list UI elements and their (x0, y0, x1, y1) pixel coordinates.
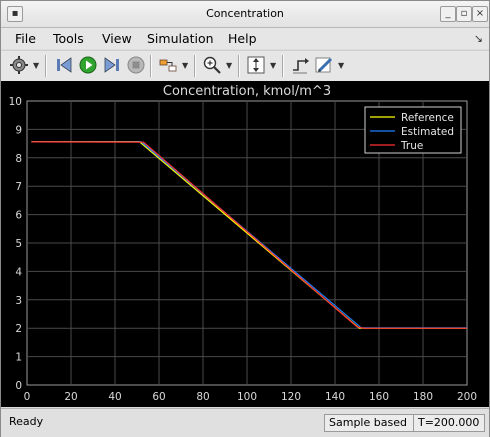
y-tick-label: 0 (15, 380, 22, 392)
settings-gear-icon[interactable] (9, 55, 29, 75)
x-tick-label: 40 (108, 391, 121, 403)
y-tick-label: 3 (15, 295, 22, 307)
x-tick-label: 180 (413, 391, 433, 403)
y-tick-label: 4 (15, 266, 22, 278)
zoom-in-icon[interactable] (202, 55, 222, 75)
menu-help[interactable]: Help (228, 31, 257, 46)
scope-window: ▪ Concentration _ ▫ × File Tools View Si… (0, 0, 490, 437)
y-tick-label: 10 (9, 96, 22, 108)
style-dropdown-icon[interactable]: ▼ (338, 61, 344, 70)
zoom-dropdown-icon[interactable]: ▼ (226, 61, 232, 70)
legend-label-reference: Reference (401, 112, 454, 124)
y-tick-label: 9 (15, 124, 22, 136)
highlight-block-icon[interactable] (158, 55, 178, 75)
toolbar: ▼ ▼ ▼ ▼ ▼ (1, 50, 489, 82)
legend-label-true: True (400, 140, 423, 152)
legend-label-estimated: Estimated (401, 126, 454, 138)
status-time: T=200.000 (413, 414, 485, 432)
menu-bar: File Tools View Simulation Help ↘ (1, 28, 489, 49)
x-tick-label: 80 (196, 391, 209, 403)
x-tick-label: 120 (281, 391, 301, 403)
window-title: Concentration (206, 7, 284, 20)
menu-view[interactable]: View (102, 31, 132, 46)
autoscale-dropdown-icon[interactable]: ▼ (270, 61, 276, 70)
toolbar-separator (150, 55, 152, 77)
style-pen-icon[interactable] (314, 55, 334, 75)
y-tick-label: 5 (15, 238, 22, 250)
toolbar-separator (238, 55, 240, 77)
menu-simulation[interactable]: Simulation (147, 31, 214, 46)
toolbar-separator (194, 55, 196, 77)
x-tick-label: 200 (457, 391, 477, 403)
x-tick-label: 0 (24, 391, 31, 403)
step-forward-icon[interactable] (102, 55, 122, 75)
menu-file[interactable]: File (15, 31, 36, 46)
concentration-plot[interactable]: Concentration, kmol/m^30 20 40 60 80 100 120 14… (1, 81, 489, 407)
plot-area[interactable]: Concentration, kmol/m^3 0 20 40 60 80 100 120 14… (1, 81, 489, 407)
x-tick-label: 160 (369, 391, 389, 403)
toolbar-separator (282, 55, 284, 77)
highlight-dropdown-icon[interactable]: ▼ (182, 61, 188, 70)
x-tick-label: 140 (325, 391, 345, 403)
menu-tools[interactable]: Tools (53, 31, 84, 46)
dock-icon[interactable]: ↘ (474, 32, 483, 45)
y-tick-label: 8 (15, 153, 22, 165)
close-icon[interactable]: × (472, 6, 488, 22)
step-back-icon[interactable] (54, 55, 74, 75)
stop-icon[interactable] (126, 55, 146, 75)
y-tick-label: 6 (15, 210, 22, 222)
y-tick-label: 2 (15, 323, 22, 335)
status-bar: Ready Sample based T=200.000 (1, 408, 489, 437)
status-ready: Ready (9, 415, 44, 428)
chart-title: Concentration, kmol/m^3 (163, 84, 331, 99)
y-tick-label: 1 (15, 352, 22, 364)
trigger-icon[interactable] (290, 55, 310, 75)
maximize-icon[interactable]: ▫ (456, 6, 472, 22)
x-tick-label: 60 (152, 391, 165, 403)
title-bar[interactable]: ▪ Concentration _ ▫ × (1, 1, 489, 28)
y-tick-label: 7 (15, 181, 22, 193)
settings-dropdown-icon[interactable]: ▼ (33, 61, 39, 70)
toolbar-separator (45, 55, 47, 77)
minimize-icon[interactable]: _ (440, 6, 456, 22)
run-icon[interactable] (78, 55, 98, 75)
x-tick-label: 100 (237, 391, 257, 403)
x-tick-label: 20 (64, 391, 77, 403)
status-mode: Sample based (324, 414, 416, 432)
autoscale-icon[interactable] (246, 55, 266, 75)
